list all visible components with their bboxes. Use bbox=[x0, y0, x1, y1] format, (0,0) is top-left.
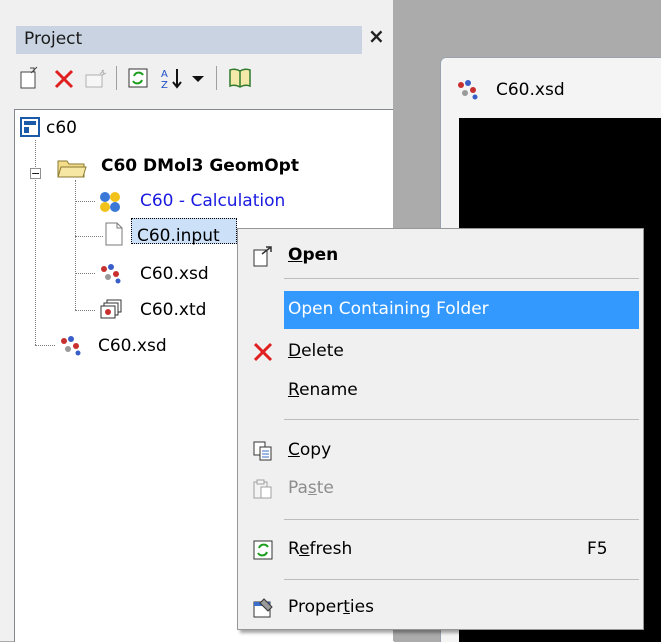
molecule-icon bbox=[58, 334, 84, 360]
menu-item-rename[interactable]: Rename bbox=[240, 372, 641, 410]
tree-item-calculation[interactable]: C60 - Calculation bbox=[140, 191, 285, 211]
menu-separator bbox=[284, 519, 639, 520]
toolbar-separator bbox=[216, 66, 217, 90]
document-title: C60.xsd bbox=[496, 80, 565, 100]
tree-line bbox=[75, 273, 95, 274]
menu-rename-label: ename bbox=[299, 380, 358, 400]
file-icon bbox=[104, 222, 124, 250]
refresh-icon[interactable] bbox=[124, 64, 152, 92]
refresh-icon bbox=[252, 539, 274, 561]
folder-icon bbox=[56, 155, 88, 183]
tree-line bbox=[35, 345, 55, 346]
menu-item-delete[interactable]: Delete bbox=[240, 333, 641, 371]
molecule-icon bbox=[98, 262, 124, 288]
menu-paste-label-a: Pa bbox=[288, 478, 308, 498]
book-icon[interactable] bbox=[226, 64, 254, 92]
menu-refresh-label-a: R bbox=[288, 539, 300, 559]
project-root-icon bbox=[20, 117, 40, 141]
menu-copy-mnemonic: C bbox=[288, 440, 300, 460]
menu-item-open-containing-folder[interactable]: Open Containing Folder bbox=[284, 291, 639, 329]
delete-icon[interactable] bbox=[50, 64, 78, 92]
menu-rename-mnemonic: R bbox=[288, 380, 300, 400]
tree-line bbox=[75, 236, 103, 237]
delete-icon bbox=[252, 341, 274, 363]
menu-paste-mnemonic: s bbox=[307, 478, 317, 498]
menu-item-paste: Paste bbox=[240, 470, 641, 508]
menu-open-folder-label: Open Containing Folder bbox=[288, 299, 489, 319]
menu-item-copy[interactable]: Copy bbox=[240, 432, 641, 470]
menu-properties-label-b: ies bbox=[349, 597, 374, 617]
close-icon[interactable]: × bbox=[368, 24, 385, 48]
menu-properties-mnemonic: t bbox=[343, 597, 350, 617]
menu-item-properties[interactable]: Properties bbox=[240, 589, 641, 627]
calculation-icon bbox=[98, 191, 122, 217]
menu-copy-label: opy bbox=[299, 440, 332, 460]
menu-paste-label-b: te bbox=[316, 478, 334, 498]
menu-separator bbox=[284, 278, 639, 279]
tree-item-xsd[interactable]: C60.xsd bbox=[140, 264, 209, 284]
tree-item-xsd-root[interactable]: C60.xsd bbox=[98, 336, 167, 356]
tree-item-input[interactable]: C60.input bbox=[137, 226, 220, 246]
new-item-disabled-icon bbox=[82, 64, 110, 92]
menu-separator bbox=[284, 419, 639, 420]
context-menu: Open Open Containing Folder Delete Renam… bbox=[237, 228, 644, 630]
tree-line bbox=[75, 310, 95, 311]
molecule-icon bbox=[455, 78, 481, 104]
sort-dropdown-icon[interactable] bbox=[188, 64, 208, 92]
project-toolbar: AZ bbox=[16, 62, 376, 96]
menu-separator bbox=[284, 579, 639, 580]
panel-title-bar: Project bbox=[16, 26, 362, 54]
tree-item-xtd[interactable]: C60.xtd bbox=[140, 300, 206, 320]
panel-title: Project bbox=[24, 29, 83, 49]
new-icon[interactable] bbox=[16, 64, 44, 92]
menu-item-refresh[interactable]: Refresh F5 bbox=[240, 531, 641, 569]
menu-refresh-mnemonic: e bbox=[299, 539, 310, 559]
tree-line bbox=[75, 201, 95, 202]
menu-refresh-shortcut: F5 bbox=[587, 539, 608, 559]
paste-icon bbox=[252, 478, 274, 500]
toolbar-separator bbox=[116, 66, 117, 90]
tree-item-root[interactable]: c60 bbox=[46, 118, 77, 138]
trajectory-icon bbox=[98, 298, 124, 326]
menu-delete-mnemonic: D bbox=[288, 341, 302, 361]
sort-icon[interactable]: AZ bbox=[158, 64, 186, 92]
copy-icon bbox=[252, 440, 274, 462]
menu-open-mnemonic: O bbox=[288, 245, 303, 265]
menu-open-label: pen bbox=[302, 245, 339, 265]
svg-text:A: A bbox=[161, 69, 168, 80]
menu-item-open[interactable]: Open bbox=[240, 237, 641, 275]
tree-item-folder[interactable]: C60 DMol3 GeomOpt bbox=[101, 156, 299, 176]
open-icon bbox=[252, 245, 274, 267]
menu-refresh-label-b: fresh bbox=[309, 539, 353, 559]
svg-text:Z: Z bbox=[161, 80, 168, 91]
properties-icon bbox=[252, 597, 274, 619]
tree-line bbox=[75, 180, 76, 310]
menu-properties-label-a: Proper bbox=[288, 597, 344, 617]
menu-delete-label: elete bbox=[301, 341, 344, 361]
collapse-icon[interactable]: − bbox=[30, 168, 41, 179]
